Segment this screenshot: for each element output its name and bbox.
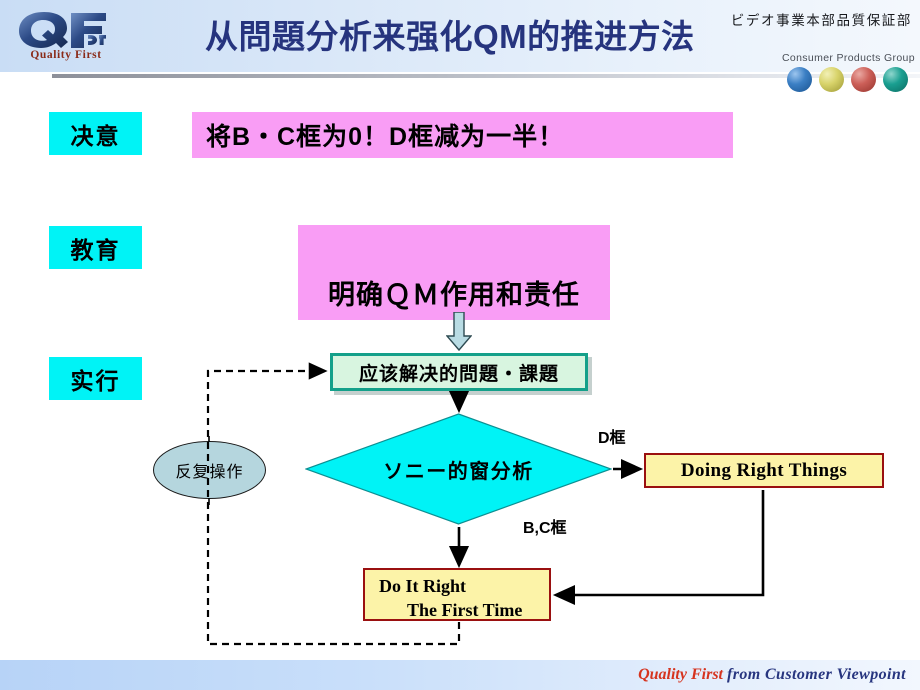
decision-diamond: ソニー的窗分析 (304, 413, 613, 525)
do-it-right-line-2: The First Time (407, 600, 523, 621)
brand-group-label: Consumer Products Group (782, 52, 915, 64)
repeat-operation-ellipse: 反复操作 (153, 441, 266, 499)
qf-logo-icon (19, 12, 106, 48)
sphere-red-icon (850, 67, 876, 92)
do-it-right-line-1: Do It Right (379, 576, 467, 596)
consumer-products-group-brand: Consumer Products Group (782, 52, 915, 92)
footer-tagline: Quality First from Customer Viewpoint (638, 666, 906, 684)
footer-accent-text: Quality First (638, 666, 723, 683)
logo-tagline: Quality First (30, 49, 102, 61)
doing-right-things-box: Doing Right Things (644, 453, 884, 488)
brand-spheres (782, 67, 912, 92)
do-it-right-box: Do It Right The First Time (363, 568, 551, 621)
stage-label-resolve: 决意 (49, 112, 142, 155)
page-title: 从問題分析来强化QM的推进方法 (205, 18, 695, 55)
sphere-blue-icon (786, 67, 812, 92)
branch-label-d: D框 (598, 430, 626, 447)
problem-topic-box: 应该解决的問題・課題 (330, 353, 588, 391)
branch-label-bc: B,C框 (523, 520, 567, 537)
slide-canvas: Quality First 从問題分析来强化QM的推进方法 ビデオ事業本部品質保… (0, 0, 920, 690)
department-label: ビデオ事業本部品質保証部 (730, 13, 912, 28)
educate-statement-box: 明确ＱＭ作用和责任 (298, 225, 610, 320)
footer-rest-text: from Customer Viewpoint (726, 666, 906, 683)
quality-first-logo: Quality First (14, 7, 110, 69)
stage-label-educate: 教育 (49, 226, 142, 269)
sphere-yellow-icon (818, 67, 844, 92)
stage-label-execute: 实行 (49, 357, 142, 400)
decision-diamond-label: ソニー的窗分析 (383, 460, 534, 483)
resolve-statement-box: 将B・C框为0！D框减为一半！ (192, 112, 733, 158)
sphere-teal-icon (882, 67, 908, 92)
down-block-arrow-icon (446, 312, 472, 352)
